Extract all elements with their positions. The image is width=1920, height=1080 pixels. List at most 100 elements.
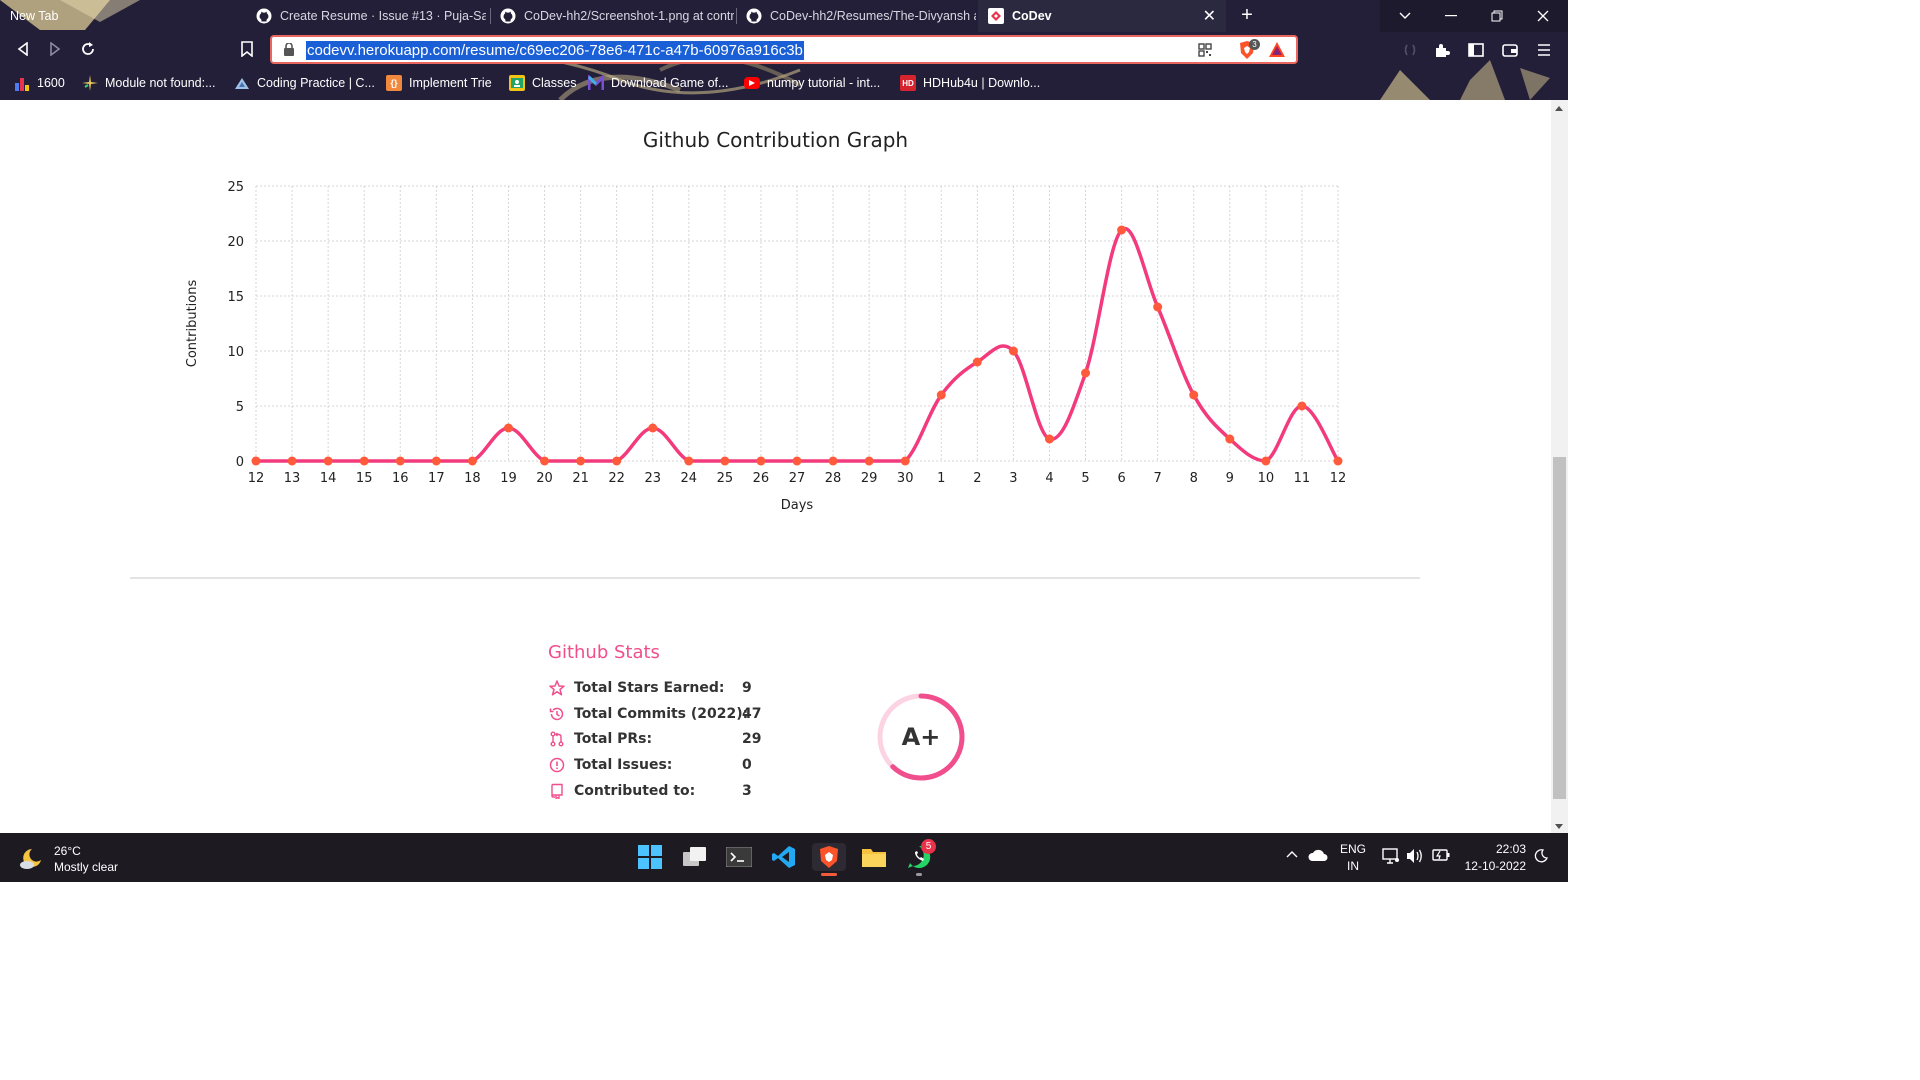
onedrive-icon[interactable]	[1308, 849, 1328, 864]
y-tick-label: 20	[227, 235, 244, 250]
bookmark-numpy-tutorial[interactable]: numpy tutorial - int...	[744, 74, 880, 92]
bookmark-hdhub4u[interactable]: HD HDHub4u | Downlo...	[900, 74, 1040, 92]
volume-icon[interactable]	[1406, 848, 1424, 867]
brave-rewards-icon[interactable]	[1268, 41, 1286, 58]
scroll-up-icon[interactable]	[1555, 106, 1563, 111]
x-tick-label: 30	[897, 471, 914, 486]
x-tick-label: 14	[320, 471, 337, 486]
x-tick-label: 5	[1081, 471, 1089, 486]
bookmark-module-not-found[interactable]: Module not found:...	[82, 74, 216, 92]
data-point	[1297, 401, 1307, 411]
vscode-icon[interactable]	[770, 843, 798, 871]
github-icon	[746, 8, 762, 24]
tab-screenshot[interactable]: CoDev-hh2/Screenshot-1.png at contr	[490, 0, 734, 32]
leo-ai-icon[interactable]	[1400, 40, 1420, 60]
tab-resumes[interactable]: CoDev-hh2/Resumes/The-Divyansh a	[736, 0, 976, 32]
network-icon[interactable]	[1382, 848, 1400, 867]
x-tick-label: 11	[1294, 471, 1311, 486]
tab-create-resume[interactable]: Create Resume · Issue #13 · Puja-Sam	[246, 0, 486, 32]
x-tick-label: 6	[1117, 471, 1125, 486]
url-text[interactable]: codevv.herokuapp.com/resume/c69ec206-78e…	[306, 41, 804, 60]
y-tick-label: 10	[227, 345, 244, 360]
x-tick-label: 28	[825, 471, 842, 486]
hd-icon: HD	[900, 75, 916, 91]
tab-new-tab[interactable]: New Tab	[0, 0, 120, 32]
bookmark-implement-trie[interactable]: {} Implement Trie	[386, 74, 492, 92]
whatsapp-badge: 5	[921, 839, 936, 854]
extensions-icon[interactable]	[1432, 40, 1452, 60]
data-point	[972, 357, 982, 367]
restore-icon[interactable]	[1474, 0, 1520, 32]
x-tick-label: 2	[973, 471, 981, 486]
stat-label: Total Issues:	[574, 757, 673, 773]
bookmark-1600[interactable]: 1600	[14, 74, 65, 92]
qr-code-icon[interactable]	[1198, 43, 1212, 57]
data-point	[1189, 390, 1199, 400]
file-explorer-icon[interactable]	[860, 843, 888, 871]
reload-icon[interactable]	[77, 38, 99, 60]
show-hidden-icons-icon[interactable]	[1286, 847, 1298, 861]
data-point	[864, 456, 874, 466]
brave-shield-icon[interactable]: 3	[1238, 39, 1260, 60]
youtube-icon	[744, 77, 760, 89]
github-icon	[500, 8, 516, 24]
stat-label: Total Stars Earned:	[574, 680, 725, 696]
bookmark-label: Module not found:...	[105, 76, 216, 90]
tab-search-icon[interactable]	[1382, 0, 1428, 32]
bookmark-classes[interactable]: Classes	[509, 74, 576, 92]
battery-icon[interactable]	[1432, 849, 1450, 864]
contribution-line-chart: 051015202512 13 14 15 16 17 18 19 20 21 22 23 24 25 26…	[185, 180, 1347, 513]
x-tick-label: 12	[1330, 471, 1347, 486]
vertical-scrollbar[interactable]	[1551, 100, 1568, 833]
tab-title: Create Resume · Issue #13 · Puja-Sam	[280, 9, 486, 23]
brave-shield-count: 3	[1249, 39, 1260, 50]
data-point	[900, 456, 910, 466]
y-axis-label: Contributions	[185, 280, 200, 368]
language-indicator[interactable]: ENG IN	[1338, 841, 1368, 875]
task-view-icon[interactable]	[681, 843, 709, 871]
active-app-indicator	[821, 873, 837, 876]
data-point	[576, 456, 586, 466]
forward-icon[interactable]	[44, 38, 66, 60]
scroll-down-icon[interactable]	[1555, 824, 1563, 829]
menu-icon[interactable]	[1534, 40, 1554, 60]
x-tick-label: 1	[937, 471, 945, 486]
terminal-icon[interactable]	[725, 843, 753, 871]
back-icon[interactable]	[12, 38, 34, 60]
y-tick-label: 25	[227, 180, 244, 195]
new-tab-button[interactable]: +	[1236, 4, 1258, 26]
windows-start-icon[interactable]	[636, 843, 664, 871]
x-tick-label: 16	[392, 471, 409, 486]
whatsapp-icon[interactable]: 5	[905, 839, 936, 876]
x-tick-label: 18	[464, 471, 481, 486]
x-tick-label: 20	[536, 471, 553, 486]
data-point	[287, 456, 297, 466]
x-tick-label: 10	[1258, 471, 1275, 486]
minimize-icon[interactable]	[1428, 0, 1474, 32]
scrollbar-thumb[interactable]	[1553, 457, 1566, 799]
focus-assist-icon[interactable]	[1534, 849, 1548, 866]
weather-widget[interactable]: 26°C Mostly clear	[18, 843, 118, 875]
bar-chart-icon	[14, 75, 30, 91]
address-bar[interactable]: codevv.herokuapp.com/resume/c69ec206-78e…	[270, 35, 1298, 64]
system-clock[interactable]: 22:03 12-10-2022	[1460, 841, 1526, 875]
x-tick-label: 17	[428, 471, 445, 486]
wallet-icon[interactable]	[1500, 40, 1520, 60]
x-tick-label: 26	[753, 471, 770, 486]
bookmark-download-game[interactable]: Download Game of...	[588, 74, 728, 92]
sidebar-icon[interactable]	[1466, 40, 1486, 60]
triangle-logo-icon	[234, 75, 250, 91]
data-point	[251, 456, 261, 466]
x-tick-label: 4	[1045, 471, 1053, 486]
close-tab-icon[interactable]: ✕	[1203, 6, 1216, 26]
stat-value: 0	[742, 757, 752, 773]
brave-browser-icon[interactable]	[812, 843, 846, 876]
bookmark-icon[interactable]	[236, 38, 258, 60]
bookmark-coding-practice[interactable]: Coding Practice | C...	[234, 74, 375, 92]
rank-circle: A+	[876, 692, 966, 782]
tab-codev[interactable]: CoDev ✕	[978, 0, 1226, 32]
x-tick-label: 7	[1154, 471, 1162, 486]
x-tick-label: 27	[789, 471, 806, 486]
close-window-icon[interactable]	[1520, 0, 1566, 32]
bookmark-label: HDHub4u | Downlo...	[923, 76, 1041, 90]
